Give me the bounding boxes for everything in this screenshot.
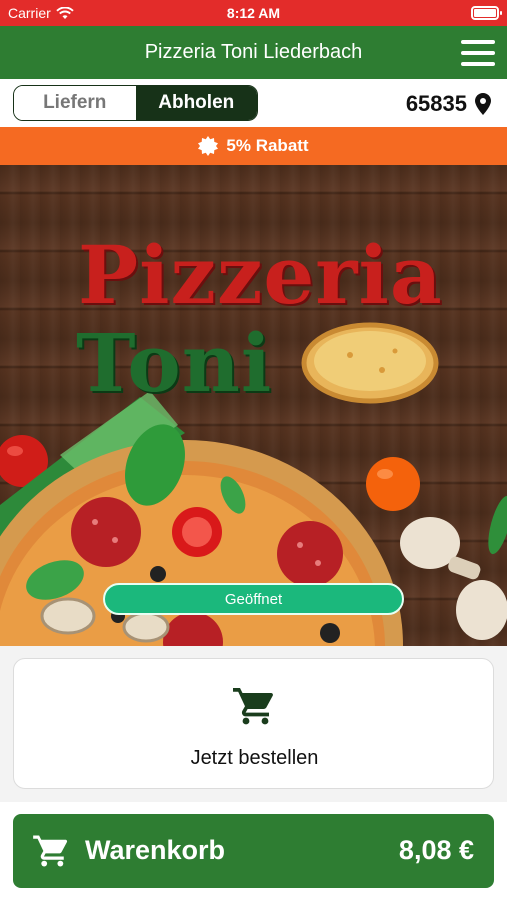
- shopping-cart-icon: [233, 688, 273, 725]
- delivery-mode-toggle: Liefern Abholen: [13, 85, 258, 121]
- opening-status-button[interactable]: Geöffnet: [103, 583, 404, 615]
- tab-delivery[interactable]: Liefern: [14, 86, 136, 120]
- zip-code: 65835: [405, 91, 467, 116]
- logo-text-pizzeria: Pizzeria: [78, 228, 443, 322]
- basket-total-price: 8,08 €: [398, 835, 474, 865]
- status-bar: Carrier 8:12 AM: [0, 0, 507, 26]
- zip-code-selector[interactable]: 65835: [406, 91, 491, 117]
- basket-button[interactable]: Warenkorb 8,08 €: [13, 814, 494, 888]
- status-time: 8:12 AM: [226, 5, 281, 21]
- tab-pickup[interactable]: Abholen: [135, 86, 257, 120]
- order-mode-bar: Liefern Abholen 65835: [0, 79, 507, 127]
- discount-label: 5% Rabatt: [226, 136, 309, 155]
- restaurant-hero-image: Pizzeria Toni Geöffnet: [0, 165, 507, 646]
- order-now-label: Jetzt bestellen: [190, 747, 319, 769]
- hamburger-menu-icon[interactable]: [461, 40, 495, 66]
- bottom-bar: Warenkorb 8,08 €: [0, 802, 507, 900]
- top-nav-bar: Pizzeria Toni Liederbach: [0, 26, 507, 79]
- discount-badge-icon: [198, 136, 219, 156]
- order-now-card[interactable]: Jetzt bestellen: [13, 658, 494, 789]
- battery-icon: [471, 6, 502, 20]
- app-screen: Carrier 8:12 AM Pizzeria Toni Liederbach…: [0, 0, 507, 900]
- basket-label: Warenkorb: [85, 835, 226, 865]
- page-title: Pizzeria Toni Liederbach: [144, 41, 363, 63]
- location-pin-icon: [475, 93, 491, 115]
- discount-banner: 5% Rabatt: [0, 127, 507, 165]
- basket-cart-icon: [33, 835, 68, 867]
- logo-text-toni: Toni: [76, 316, 273, 410]
